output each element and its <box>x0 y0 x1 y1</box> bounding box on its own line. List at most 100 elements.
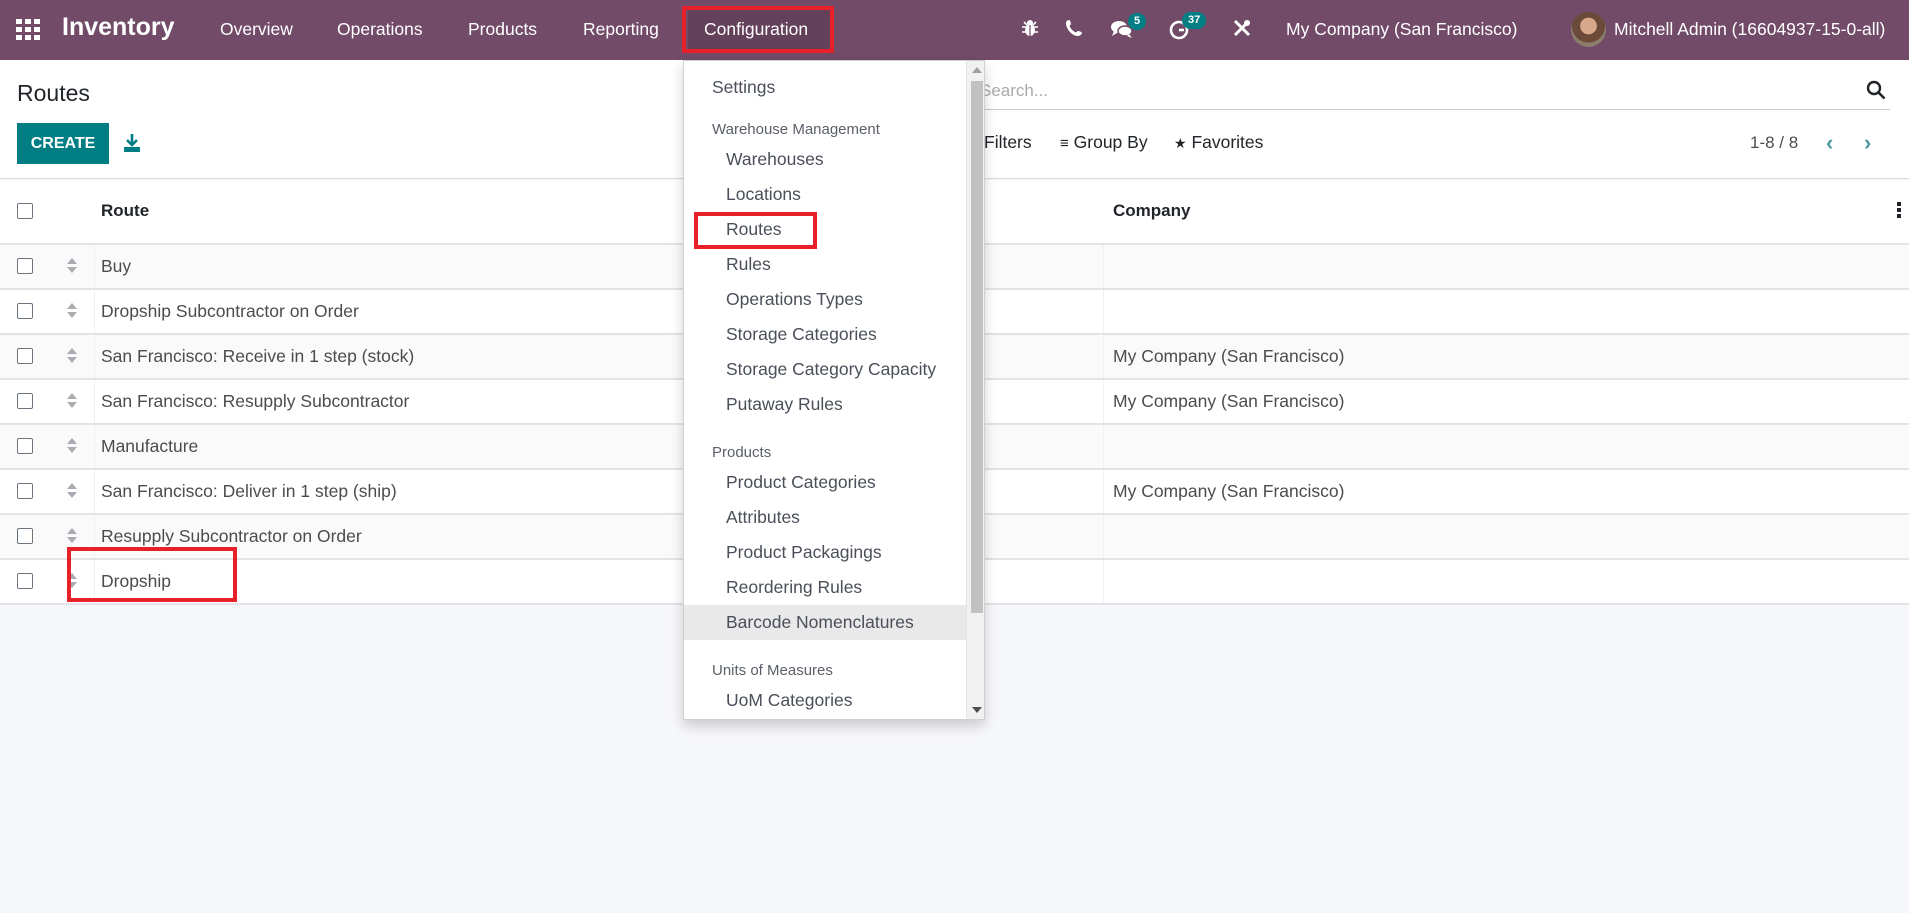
user-avatar[interactable] <box>1571 12 1606 47</box>
dropdown-scrollbar[interactable] <box>966 61 984 719</box>
search-bar <box>980 72 1890 110</box>
drag-handle-sort-icon[interactable] <box>66 302 78 320</box>
menu-item-routes[interactable]: Routes <box>684 212 966 247</box>
app-switcher-grid-icon[interactable] <box>16 19 40 41</box>
menu-item-rules[interactable]: Rules <box>684 247 966 282</box>
row-checkbox[interactable] <box>17 438 33 454</box>
menu-item-product-categories[interactable]: Product Categories <box>684 465 966 500</box>
column-separator <box>94 290 95 333</box>
row-checkbox[interactable] <box>17 483 33 499</box>
row-checkbox[interactable] <box>17 573 33 589</box>
cell-route[interactable]: Dropship <box>101 571 171 592</box>
bars-icon: ≡ <box>1060 135 1069 152</box>
drag-handle-sort-icon[interactable] <box>66 347 78 365</box>
column-separator <box>1103 470 1104 513</box>
column-separator <box>94 470 95 513</box>
row-checkbox[interactable] <box>17 528 33 544</box>
menu-item-settings[interactable]: Settings <box>684 70 966 105</box>
menu-overview[interactable]: Overview <box>220 19 293 40</box>
cell-route[interactable]: Dropship Subcontractor on Order <box>101 301 359 322</box>
column-separator <box>1103 515 1104 558</box>
group-by-label: Group By <box>1073 132 1148 152</box>
menu-item-attributes[interactable]: Attributes <box>684 500 966 535</box>
cell-route[interactable]: Buy <box>101 256 131 277</box>
column-separator <box>1103 245 1104 288</box>
optional-columns-kebab-icon[interactable] <box>1897 202 1903 220</box>
menu-item-uom-categories[interactable]: UoM Categories <box>684 683 966 718</box>
row-checkbox[interactable] <box>17 393 33 409</box>
messages-count-badge: 5 <box>1128 13 1147 30</box>
menu-item-storage-category-capacity[interactable]: Storage Category Capacity <box>684 352 966 387</box>
drag-handle-sort-icon[interactable] <box>66 527 78 545</box>
cell-route[interactable]: San Francisco: Receive in 1 step (stock) <box>101 346 414 367</box>
menu-item-operations-types[interactable]: Operations Types <box>684 282 966 317</box>
column-separator <box>1103 335 1104 378</box>
cell-route[interactable]: Manufacture <box>101 436 198 457</box>
group-by-button[interactable]: ≡ Group By <box>1060 132 1148 153</box>
page-title: Routes <box>17 80 90 106</box>
search-input[interactable] <box>980 78 1840 104</box>
tools-icon[interactable] <box>1232 18 1254 40</box>
column-separator <box>1103 560 1104 603</box>
cell-route[interactable]: San Francisco: Deliver in 1 step (ship) <box>101 481 397 502</box>
row-checkbox[interactable] <box>17 348 33 364</box>
activities-count-badge: 37 <box>1182 12 1207 29</box>
menu-section-products: Products <box>712 444 772 461</box>
create-button[interactable]: CREATE <box>17 123 109 164</box>
row-checkbox[interactable] <box>17 258 33 274</box>
menu-item-putaway-rules[interactable]: Putaway Rules <box>684 387 966 422</box>
app-brand[interactable]: Inventory <box>62 13 175 42</box>
configuration-dropdown: Settings Warehouse Management Warehouses Lo… <box>683 60 985 720</box>
column-separator <box>1103 425 1104 468</box>
pager-value[interactable]: 1-8 / 8 <box>1750 133 1798 153</box>
column-header-route[interactable]: Route <box>101 201 149 221</box>
drag-handle-sort-icon[interactable] <box>66 482 78 500</box>
drag-handle-sort-icon[interactable] <box>66 437 78 455</box>
bug-icon[interactable] <box>1020 18 1042 40</box>
company-switcher[interactable]: My Company (San Francisco) <box>1286 19 1517 40</box>
menu-configuration[interactable]: Configuration <box>688 8 830 52</box>
menu-item-storage-categories[interactable]: Storage Categories <box>684 317 966 352</box>
column-separator <box>94 515 95 558</box>
star-icon: ★ <box>1174 135 1187 151</box>
top-navbar: Inventory Overview Operations Products R… <box>0 0 1909 60</box>
select-all-checkbox[interactable] <box>17 203 33 219</box>
cell-route[interactable]: Resupply Subcontractor on Order <box>101 526 362 547</box>
menu-section-units-of-measures: Units of Measures <box>712 662 833 679</box>
menu-item-locations[interactable]: Locations <box>684 177 966 212</box>
column-header-company[interactable]: Company <box>1113 201 1190 221</box>
filters-button[interactable]: Filters <box>984 132 1032 153</box>
pager-next-chevron-right-icon[interactable]: › <box>1864 132 1882 154</box>
favorites-button[interactable]: ★ Favorites <box>1174 132 1263 153</box>
pager-previous-chevron-left-icon[interactable]: ‹ <box>1826 132 1844 154</box>
phone-icon[interactable] <box>1064 18 1086 40</box>
drag-handle-sort-icon[interactable] <box>66 572 78 590</box>
scroll-up-arrow-icon[interactable] <box>972 67 982 73</box>
menu-item-reordering-rules[interactable]: Reordering Rules <box>684 570 966 605</box>
user-menu[interactable]: Mitchell Admin (16604937-15-0-all) <box>1614 19 1885 40</box>
column-separator <box>1103 380 1104 423</box>
menu-reporting[interactable]: Reporting <box>583 19 659 40</box>
menu-item-product-packagings[interactable]: Product Packagings <box>684 535 966 570</box>
column-separator <box>94 245 95 288</box>
menu-products[interactable]: Products <box>468 19 537 40</box>
row-checkbox[interactable] <box>17 303 33 319</box>
menu-operations[interactable]: Operations <box>337 19 423 40</box>
drag-handle-sort-icon[interactable] <box>66 257 78 275</box>
cell-route[interactable]: San Francisco: Resupply Subcontractor <box>101 391 409 412</box>
scrollbar-thumb[interactable] <box>971 81 983 613</box>
drag-handle-sort-icon[interactable] <box>66 392 78 410</box>
search-icon[interactable] <box>1866 80 1886 100</box>
column-separator <box>94 425 95 468</box>
favorites-label: Favorites <box>1191 132 1264 152</box>
cell-company: My Company (San Francisco) <box>1113 391 1345 411</box>
cell-company: My Company (San Francisco) <box>1113 481 1345 501</box>
menu-item-barcode-nomenclatures[interactable]: Barcode Nomenclatures <box>684 605 966 640</box>
cell-company: My Company (San Francisco) <box>1113 346 1345 366</box>
menu-section-warehouse-management: Warehouse Management <box>712 121 880 138</box>
download-icon[interactable] <box>122 133 142 153</box>
scroll-down-arrow-icon[interactable] <box>972 707 982 713</box>
menu-item-warehouses[interactable]: Warehouses <box>684 142 966 177</box>
column-separator <box>94 335 95 378</box>
column-separator <box>94 560 95 603</box>
